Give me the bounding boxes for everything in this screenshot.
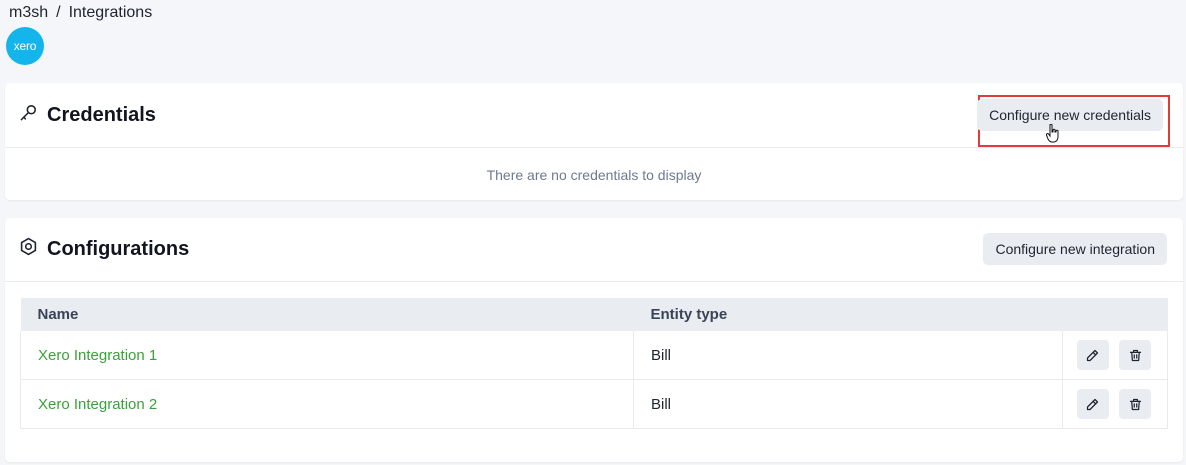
table-row: Xero Integration 2 Bill [20, 379, 1168, 429]
breadcrumb-current-page: Integrations [68, 4, 153, 21]
credentials-title-text: Credentials [47, 103, 156, 126]
pencil-icon [1087, 398, 1099, 410]
entity-type-cell: Bill [633, 379, 1063, 429]
key-icon [19, 103, 38, 128]
configure-new-credentials-button[interactable]: Configure new credentials [977, 99, 1163, 131]
configurations-card: Configurations Configure new integration… [5, 218, 1183, 462]
edit-button[interactable] [1076, 340, 1109, 370]
credentials-title: Credentials [19, 103, 156, 128]
credentials-header: Credentials Configure new credentials [5, 83, 1183, 148]
configurations-table: Name Entity type Xero Integration 1 Bill [20, 298, 1168, 429]
column-header-entity-type: Entity type [650, 306, 728, 323]
credentials-empty-message: There are no credentials to display [486, 167, 702, 183]
edit-button[interactable] [1076, 389, 1109, 419]
breadcrumb-separator: / [56, 4, 61, 21]
integration-name-link[interactable]: Xero Integration 1 [38, 347, 157, 364]
trash-icon [1129, 349, 1141, 361]
delete-button[interactable] [1119, 340, 1151, 370]
xero-logo: xero [6, 27, 44, 65]
row-actions [1062, 331, 1168, 380]
breadcrumb-org[interactable]: m3sh [9, 4, 48, 22]
column-header-name: Name [37, 306, 79, 323]
trash-icon [1129, 398, 1141, 410]
configurations-title: Configurations [19, 237, 189, 262]
pencil-icon [1087, 349, 1099, 361]
hand-cursor-icon [1046, 124, 1059, 143]
breadcrumb: m3sh / Integrations [9, 4, 152, 22]
delete-button[interactable] [1119, 389, 1151, 419]
credentials-card: Credentials Configure new credentials Th… [5, 83, 1183, 200]
hexagon-nut-icon [19, 237, 38, 262]
entity-type-cell: Bill [633, 331, 1063, 380]
table-row: Xero Integration 1 Bill [20, 331, 1168, 380]
configure-new-integration-button[interactable]: Configure new integration [983, 233, 1167, 265]
configurations-title-text: Configurations [47, 238, 190, 260]
column-header-actions [1063, 298, 1168, 331]
row-actions [1062, 379, 1168, 429]
table-header-row: Name Entity type [20, 298, 1168, 331]
configurations-header: Configurations Configure new integration [5, 218, 1183, 282]
integration-name-link[interactable]: Xero Integration 2 [38, 396, 157, 413]
xero-logo-text: xero [13, 39, 37, 53]
